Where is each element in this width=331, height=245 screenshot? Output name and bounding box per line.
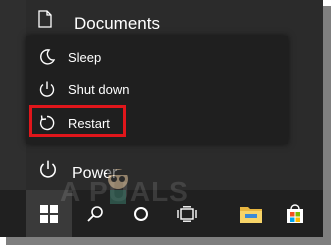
restart-icon xyxy=(38,114,56,137)
documents-item[interactable]: Documents xyxy=(26,0,323,36)
frame-shadow-bottom xyxy=(6,237,331,245)
file-explorer-button[interactable] xyxy=(228,190,274,237)
power-icon xyxy=(38,158,58,185)
screenshot-frame: Documents Sleep Shut down Restart Power … xyxy=(0,0,323,237)
store-button[interactable] xyxy=(272,190,318,237)
power-icon xyxy=(38,80,56,103)
documents-label: Documents xyxy=(74,14,160,33)
watermark-mascot-icon xyxy=(107,169,129,204)
moon-icon xyxy=(38,48,56,71)
restart-label: Restart xyxy=(68,116,110,131)
document-icon xyxy=(38,10,52,33)
frame-shadow-right xyxy=(323,6,331,245)
sleep-label: Sleep xyxy=(68,50,102,65)
restart-menu-item[interactable]: Restart xyxy=(26,105,288,140)
shut-down-label: Shut down xyxy=(68,82,130,97)
shut-down-menu-item[interactable]: Shut down xyxy=(26,72,288,106)
start-menu-left-rail xyxy=(0,0,26,190)
power-options-menu: Sleep Shut down Restart xyxy=(26,36,288,144)
sleep-menu-item[interactable]: Sleep xyxy=(26,40,288,74)
